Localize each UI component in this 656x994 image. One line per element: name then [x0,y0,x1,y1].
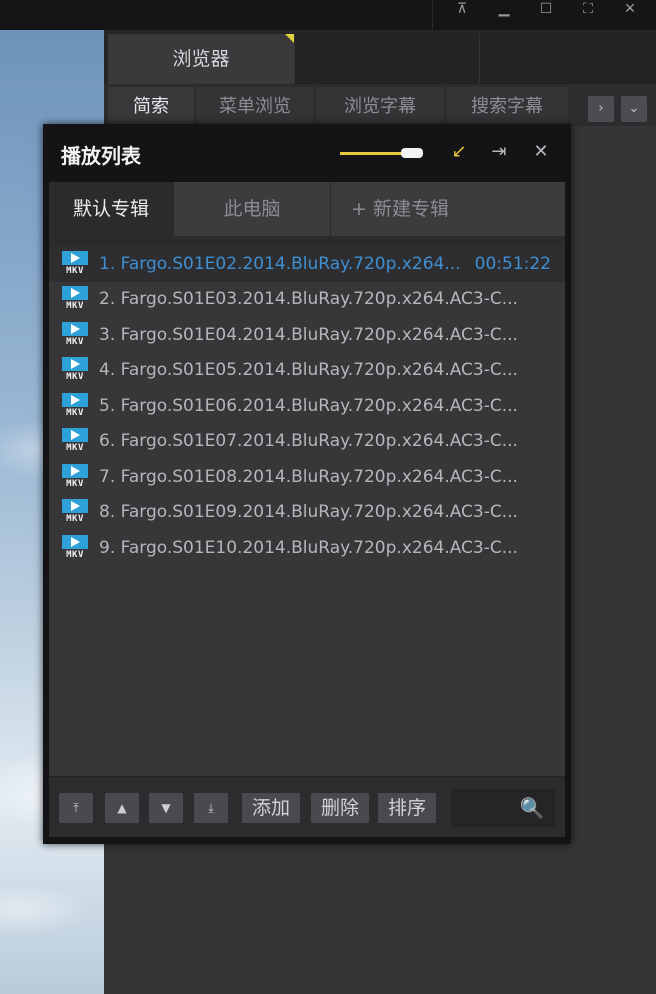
browser-subtabs: 简索 菜单浏览 浏览字幕 搜索字幕 › ⌄ [104,84,656,126]
play-badge [62,392,88,407]
play-badge [62,534,88,549]
tab-default-album[interactable]: 默认专辑 [49,182,174,236]
delete-button[interactable]: 删除 [311,793,369,823]
tab-new-album[interactable]: + 新建专辑 [331,182,565,236]
browser-tabbar: 浏览器 [104,30,656,84]
mkv-file-icon: MKV [61,497,91,527]
search-icon[interactable]: 🔍 [519,795,545,821]
pin-icon[interactable]: ⊼ [441,0,483,30]
playlist-item-title: 6. Fargo.S01E07.2014.BluRay.720p.x264.AC… [99,431,518,452]
mkv-file-icon: MKV [61,249,91,279]
tabs-underline [49,236,565,246]
playlist-item[interactable]: MKV 2. Fargo.S01E03.2014.BluRay.720p.x264… [49,282,565,318]
mkv-file-icon: MKV [61,426,91,456]
mkv-file-icon: MKV [61,355,91,385]
subtab-search[interactable]: 简索 [108,87,194,126]
playlist-footer: ⤒ ▲ ▼ ⤓ 添加 删除 排序 🔍 [49,776,565,837]
playlist-body: 默认专辑 此电脑 + 新建专辑 MKV 1. Fargo.S01E02.2014.… [49,182,565,837]
close-panel-icon[interactable]: ✕ [529,140,553,164]
mkv-file-icon: MKV [61,533,91,563]
play-badge [62,428,88,443]
playlist-item[interactable]: MKV 6. Fargo.S01E07.2014.BluRay.720p.x264… [49,424,565,460]
tab-this-computer[interactable]: 此电脑 [174,182,331,236]
playlist-item[interactable]: MKV 4. Fargo.S01E05.2014.BluRay.720p.x264… [49,353,565,389]
window-titlebar: ⊼ ▁ ☐ ⛶ ✕ [0,0,656,30]
subtab-menu-browse[interactable]: 菜单浏览 [196,87,314,126]
file-type-badge: MKV [66,372,84,383]
file-type-badge: MKV [66,443,84,454]
playlist-item[interactable]: MKV 8. Fargo.S01E09.2014.BluRay.720p.x264… [49,495,565,531]
move-top-button[interactable]: ⤒ [59,793,93,823]
playlist-item-title: 1. Fargo.S01E02.2014.BluRay.720p.x264... [99,253,461,274]
tab-browser-label: 浏览器 [172,48,230,70]
move-up-button[interactable]: ▲ [105,793,139,823]
file-type-badge: MKV [66,407,84,418]
play-badge [62,357,88,372]
file-type-badge: MKV [66,265,84,276]
playlist-header: 播放列表 ↙ ⇥ ✕ [43,124,571,182]
playlist-item-title: 8. Fargo.S01E09.2014.BluRay.720p.x264.AC… [99,502,518,523]
subtab-browse-subtitles[interactable]: 浏览字幕 [316,87,444,126]
play-badge [62,463,88,478]
tab-browser[interactable]: 浏览器 [108,34,294,84]
fullscreen-icon[interactable]: ⛶ [567,0,609,30]
tab-empty [479,34,656,84]
playlist-panel: 播放列表 ↙ ⇥ ✕ 默认专辑 此电脑 + 新建专辑 MKV 1. Fargo.S… [43,124,571,844]
mkv-file-icon: MKV [61,284,91,314]
volume-slider-handle[interactable] [401,148,423,158]
playlist-item[interactable]: MKV 3. Fargo.S01E04.2014.BluRay.720p.x264… [49,317,565,353]
playlist-item-title: 4. Fargo.S01E05.2014.BluRay.720p.x264.AC… [99,360,518,381]
file-type-badge: MKV [66,514,84,525]
playlist-item-title: 7. Fargo.S01E08.2014.BluRay.720p.x264.AC… [99,466,518,487]
tab-empty [294,34,479,84]
add-button[interactable]: 添加 [242,793,300,823]
mkv-file-icon: MKV [61,391,91,421]
pin-panel-icon[interactable]: ⇥ [487,140,511,164]
search-input[interactable]: 🔍 [451,789,555,827]
move-down-button[interactable]: ▼ [149,793,183,823]
mkv-file-icon: MKV [61,462,91,492]
play-badge [62,286,88,301]
playlist-item[interactable]: MKV 5. Fargo.S01E06.2014.BluRay.720p.x264… [49,388,565,424]
minimize-panel-icon[interactable]: ↙ [447,140,471,164]
maximize-icon[interactable]: ☐ [525,0,567,30]
playlist-item-title: 2. Fargo.S01E03.2014.BluRay.720p.x264.AC… [99,289,518,310]
chevron-down-icon[interactable]: ⌄ [621,96,647,122]
playlist-item[interactable]: MKV 9. Fargo.S01E10.2014.BluRay.720p.x264… [49,530,565,566]
titlebar-separator [432,0,433,30]
play-badge [62,499,88,514]
playlist-item-title: 5. Fargo.S01E06.2014.BluRay.720p.x264.AC… [99,395,518,416]
close-icon[interactable]: ✕ [609,0,651,30]
minimize-icon[interactable]: ▁ [483,0,525,30]
playlist-list: MKV 1. Fargo.S01E02.2014.BluRay.720p.x264… [49,246,565,776]
playlist-title: 播放列表 [61,144,141,168]
playlist-item-title: 3. Fargo.S01E04.2014.BluRay.720p.x264.AC… [99,324,518,345]
subtab-search-subtitles[interactable]: 搜索字幕 [446,87,568,126]
file-type-badge: MKV [66,478,84,489]
move-bottom-button[interactable]: ⤓ [194,793,228,823]
file-type-badge: MKV [66,336,84,347]
playlist-item[interactable]: MKV 7. Fargo.S01E08.2014.BluRay.720p.x264… [49,459,565,495]
app-root: ⊼ ▁ ☐ ⛶ ✕ 浏览器 简索 菜单浏览 浏览字幕 搜索字幕 › ⌄ 播放列表 [0,0,656,994]
playlist-tabs: 默认专辑 此电脑 + 新建专辑 [49,182,565,236]
mkv-file-icon: MKV [61,320,91,350]
volume-slider-track[interactable] [340,152,410,155]
sort-button[interactable]: 排序 [378,793,436,823]
play-badge [62,321,88,336]
play-badge [62,250,88,265]
chevron-right-icon[interactable]: › [588,96,614,122]
playlist-item-duration: 00:51:22 [474,253,551,274]
tab-corner-marker [285,34,294,43]
playlist-item-title: 9. Fargo.S01E10.2014.BluRay.720p.x264.AC… [99,537,518,558]
file-type-badge: MKV [66,301,84,312]
file-type-badge: MKV [66,549,84,560]
playlist-item[interactable]: MKV 1. Fargo.S01E02.2014.BluRay.720p.x264… [49,246,565,282]
